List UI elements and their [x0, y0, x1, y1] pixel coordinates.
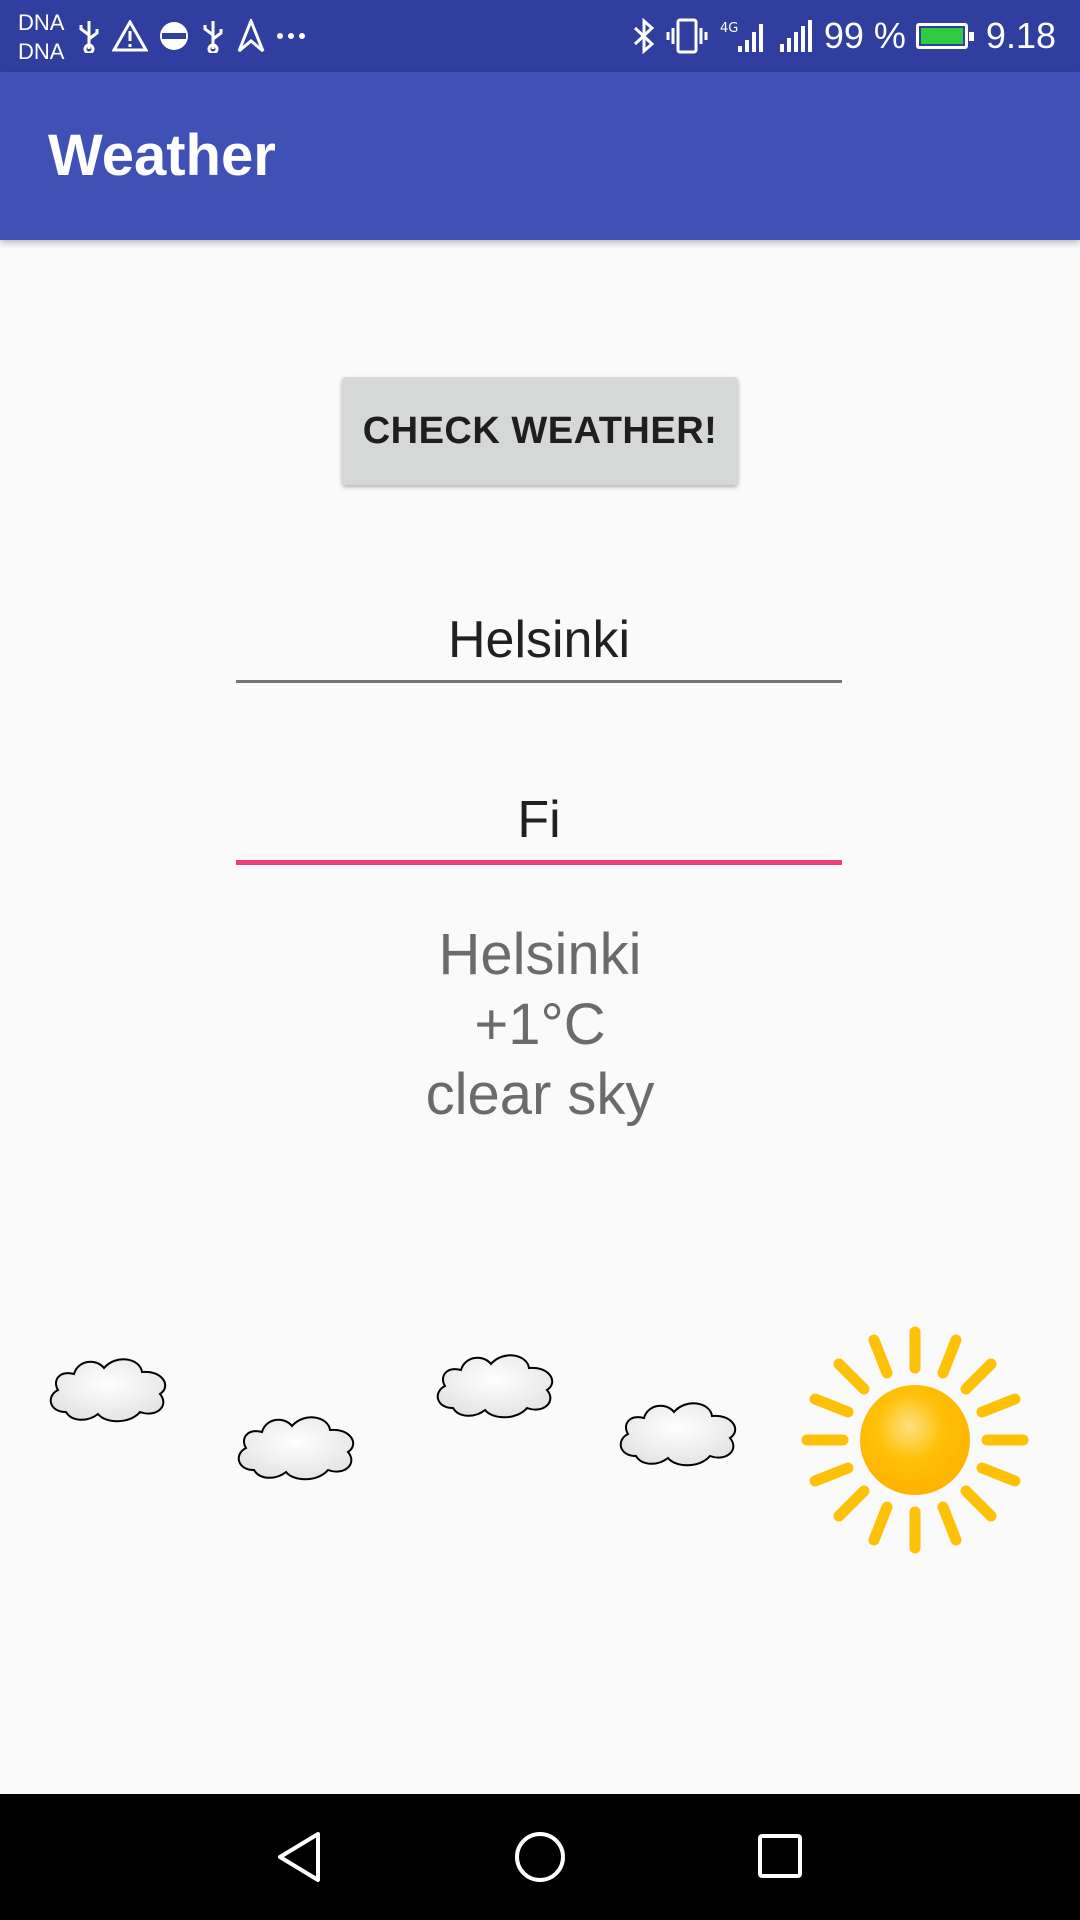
battery-percent: 99 %	[823, 15, 906, 56]
navigation-bar	[0, 1794, 1080, 1920]
country-input[interactable]	[236, 780, 842, 865]
notification-icons	[76, 18, 306, 54]
warning-icon	[112, 20, 148, 52]
home-icon[interactable]	[513, 1830, 567, 1884]
usb-icon	[203, 21, 223, 53]
vibrate-icon	[666, 18, 708, 54]
battery-icon	[915, 23, 974, 49]
carrier-labels: DNA DNA	[18, 8, 64, 66]
4g-signal-icon: 4G	[720, 21, 763, 52]
bluetooth-icon	[633, 18, 655, 54]
svg-text:4G: 4G	[720, 21, 738, 36]
status-bar: DNA DNA 4G 99 % 9.18	[0, 0, 1080, 72]
result-description: clear sky	[425, 1062, 655, 1127]
cell-signal-icon	[779, 20, 812, 52]
carrier-2: DNA	[18, 39, 65, 64]
weather-illustration	[49, 1326, 1029, 1554]
cloud-icon	[237, 1416, 355, 1481]
sun-icon	[801, 1326, 1029, 1554]
check-weather-button[interactable]: CHECK WEATHER!	[342, 377, 738, 485]
cloud-icon	[49, 1358, 167, 1423]
more-icon	[277, 33, 305, 39]
weather-result: Helsinki +1°C clear sky	[0, 920, 1080, 1130]
result-temperature: +1°C	[474, 992, 606, 1057]
system-icons: 4G 99 % 9.18	[632, 14, 1056, 58]
navigation-icon	[237, 19, 265, 53]
back-icon[interactable]	[274, 1830, 324, 1884]
carrier-1: DNA	[18, 10, 65, 35]
app-title: Weather	[48, 123, 276, 188]
app-bar: Weather	[0, 72, 1080, 240]
sync-icon	[160, 22, 188, 50]
cloud-icon	[619, 1402, 737, 1467]
result-city: Helsinki	[438, 922, 642, 987]
city-input[interactable]	[236, 600, 842, 683]
battery-level-fill	[920, 28, 963, 44]
clock: 9.18	[985, 15, 1056, 56]
cloud-icon	[436, 1354, 554, 1419]
recents-icon[interactable]	[756, 1832, 804, 1880]
usb-icon	[79, 21, 99, 53]
